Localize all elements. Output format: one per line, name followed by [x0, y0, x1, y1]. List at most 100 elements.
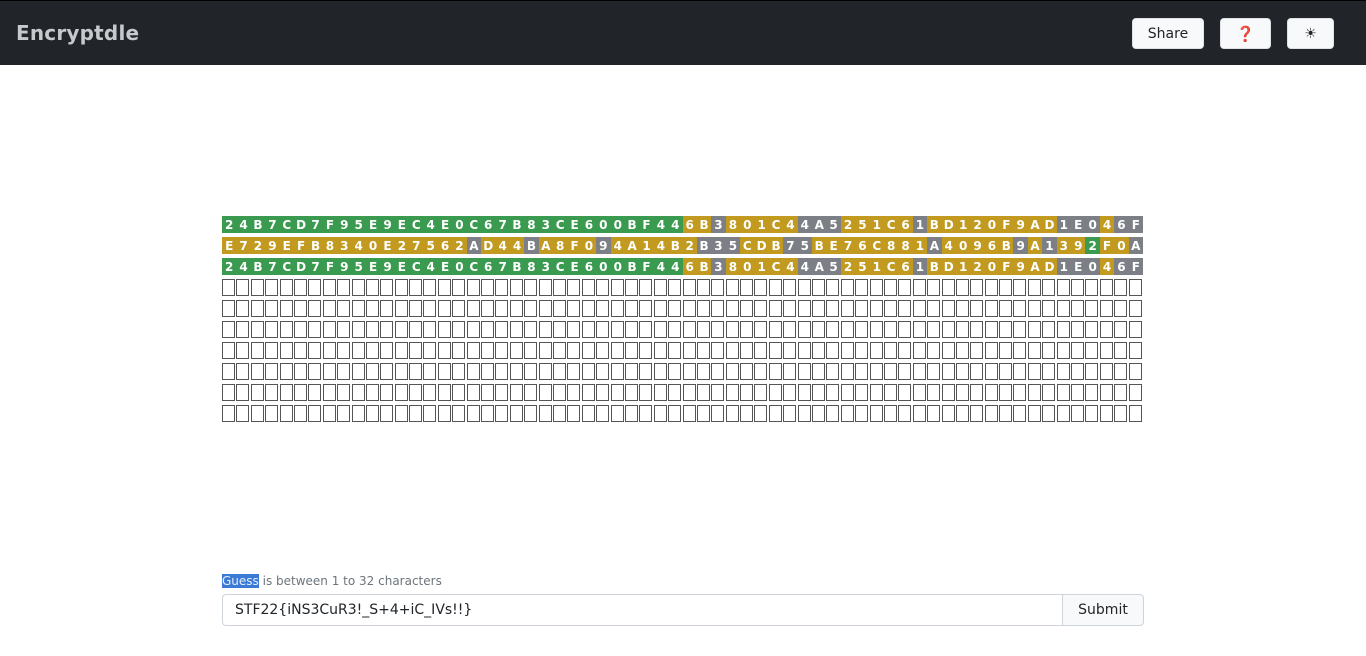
empty-cell — [1071, 384, 1085, 401]
empty-cell — [696, 279, 710, 296]
board-cell: F — [322, 216, 338, 233]
empty-cell — [222, 321, 235, 338]
empty-cell — [1071, 363, 1085, 380]
theme-toggle-icon[interactable]: ☀ — [1287, 18, 1334, 49]
board-cell: 6 — [984, 237, 1000, 254]
empty-cell — [768, 363, 782, 380]
board-cell: A — [1128, 237, 1143, 254]
board-cell: 0 — [610, 216, 625, 233]
empty-cell — [1027, 342, 1041, 359]
empty-cell — [236, 405, 250, 422]
empty-cell — [725, 279, 739, 296]
board-cell: C — [768, 258, 784, 275]
board-cell: B — [812, 237, 827, 254]
empty-cell — [783, 321, 797, 338]
empty-cell — [1099, 279, 1113, 296]
empty-cell — [293, 405, 307, 422]
board-row — [222, 405, 1143, 426]
empty-cell — [524, 384, 538, 401]
empty-cell — [596, 300, 610, 317]
empty-cell — [869, 300, 883, 317]
empty-cell — [409, 363, 423, 380]
board-cell: F — [999, 216, 1014, 233]
empty-cell — [365, 363, 379, 380]
board-row — [222, 279, 1143, 300]
empty-cell — [279, 384, 293, 401]
board-cell: D — [481, 237, 496, 254]
empty-cell — [711, 405, 725, 422]
empty-cell — [984, 363, 998, 380]
empty-cell — [236, 300, 250, 317]
empty-cell — [380, 321, 394, 338]
board-cell: 6 — [682, 258, 697, 275]
empty-cell — [898, 363, 912, 380]
board-cell: 2 — [682, 237, 697, 254]
empty-cell — [279, 300, 293, 317]
empty-cell — [1114, 300, 1128, 317]
empty-cell — [783, 300, 797, 317]
board-cell: 0 — [740, 216, 755, 233]
empty-cell — [1042, 279, 1056, 296]
empty-cell — [524, 405, 538, 422]
share-button[interactable]: Share — [1132, 18, 1204, 49]
empty-cell — [380, 300, 394, 317]
help-icon[interactable]: ❓ — [1220, 18, 1271, 49]
empty-cell — [797, 363, 811, 380]
empty-cell — [452, 384, 466, 401]
empty-cell — [653, 363, 667, 380]
empty-cell — [351, 384, 365, 401]
empty-cell — [955, 321, 969, 338]
empty-cell — [279, 363, 293, 380]
empty-cell — [481, 279, 495, 296]
empty-cell — [999, 342, 1013, 359]
board-cell: D — [293, 258, 309, 275]
board-cell: A — [624, 237, 640, 254]
empty-cell — [840, 363, 854, 380]
empty-cell — [308, 342, 322, 359]
empty-cell — [1085, 384, 1099, 401]
empty-cell — [1042, 300, 1056, 317]
board-row — [222, 300, 1143, 321]
board-cell: E — [1071, 216, 1086, 233]
empty-cell — [552, 405, 566, 422]
empty-cell — [783, 384, 797, 401]
empty-cell — [711, 321, 725, 338]
empty-cell — [696, 384, 710, 401]
empty-cell — [711, 279, 725, 296]
board-cell: 4 — [495, 237, 510, 254]
empty-cell — [481, 363, 495, 380]
board-cell: C — [552, 258, 568, 275]
empty-cell — [711, 342, 725, 359]
board-cell: C — [768, 216, 784, 233]
empty-cell — [898, 384, 912, 401]
empty-cell — [452, 405, 466, 422]
empty-cell — [538, 300, 552, 317]
empty-cell — [768, 279, 782, 296]
empty-cell — [495, 279, 509, 296]
empty-cell — [1128, 405, 1142, 422]
board-cell: A — [927, 237, 942, 254]
board-cell: C — [466, 258, 482, 275]
empty-cell — [984, 300, 998, 317]
empty-cell — [812, 342, 826, 359]
board-row: E729EFB8340E27562AD44BA8F094A14B2B35CDB7… — [222, 237, 1143, 258]
empty-cell — [869, 321, 883, 338]
empty-cell — [250, 342, 264, 359]
empty-cell — [365, 405, 379, 422]
empty-cell — [509, 300, 523, 317]
submit-button[interactable]: Submit — [1062, 594, 1144, 626]
board-cell: 0 — [984, 216, 1000, 233]
empty-cell — [452, 321, 466, 338]
board-cell: B — [696, 258, 712, 275]
empty-cell — [1042, 321, 1056, 338]
empty-cell — [567, 363, 581, 380]
empty-cell — [437, 279, 451, 296]
empty-cell — [481, 405, 495, 422]
empty-cell — [639, 363, 653, 380]
board-cell: C — [552, 216, 568, 233]
empty-cell — [1013, 405, 1027, 422]
guess-input[interactable] — [222, 594, 1063, 626]
empty-cell — [912, 384, 926, 401]
empty-cell — [423, 363, 437, 380]
empty-cell — [740, 342, 754, 359]
